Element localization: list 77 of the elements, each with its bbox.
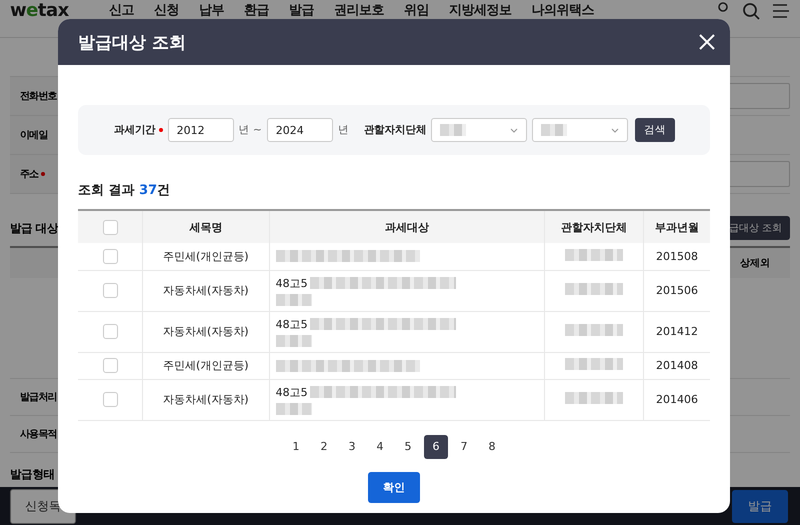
page-button[interactable]: 1 <box>284 434 308 458</box>
site-logo[interactable]: wetax <box>10 2 69 20</box>
table-cell: 48고5 <box>276 276 308 290</box>
table-cell: 자동차세(자동차) <box>163 393 249 406</box>
nav-link[interactable]: 납부 <box>198 2 224 19</box>
chevron-down-icon <box>510 128 518 132</box>
page-button[interactable]: 4 <box>368 434 392 458</box>
table-cell: 201408 <box>656 359 698 372</box>
table-cell: 48고5 <box>276 384 308 400</box>
table-cell: 자동차세(자동차) <box>163 284 249 297</box>
nav-link[interactable]: 환급 <box>244 2 269 19</box>
year-to-field[interactable]: 2024 <box>266 118 333 142</box>
form-label: 발급처리 <box>20 391 57 404</box>
redacted-text-mask <box>565 248 624 261</box>
redacted-text-mask <box>565 283 624 295</box>
section-title: 발급 대상 <box>10 220 58 236</box>
table-cell: 201508 <box>656 250 698 263</box>
search-icon[interactable] <box>742 2 760 20</box>
checkbox[interactable] <box>102 358 118 373</box>
section-title: 발급형태 <box>10 467 56 482</box>
field-label: 과세기간 <box>114 123 156 137</box>
chevron-down-icon <box>611 128 620 132</box>
form-label: 이메일 <box>20 129 48 142</box>
checkbox[interactable] <box>102 324 118 339</box>
page-button[interactable]: 2 <box>312 434 336 458</box>
confirm-button[interactable]: 확인 <box>368 472 420 502</box>
table-cell: 주민세(개인균등) <box>163 359 249 372</box>
unit-label: 년 <box>338 123 349 137</box>
column-header: 상제외 <box>740 257 770 270</box>
form-label: 사용목적 <box>20 428 57 441</box>
search-button[interactable]: 검색 <box>635 118 676 142</box>
year-from-field[interactable]: 2012 <box>168 118 234 142</box>
redacted-text-mask <box>440 124 466 136</box>
nav-link[interactable]: 신고 <box>108 2 134 19</box>
redacted-text-mask <box>276 294 312 306</box>
checkbox[interactable] <box>102 248 118 264</box>
page-button[interactable]: 3 <box>340 434 364 458</box>
table-cell: 주민세(개인균등) <box>163 250 249 263</box>
nav-link[interactable]: 발급 <box>288 2 314 19</box>
nav-link[interactable]: 나의위택스 <box>531 2 594 19</box>
nav-link[interactable]: 지방세정보 <box>448 2 512 19</box>
menu-icon[interactable] <box>772 3 790 19</box>
checkbox[interactable] <box>102 283 118 298</box>
dialog-title: 발급대상 조회 <box>78 32 186 54</box>
checkbox[interactable] <box>102 220 118 234</box>
unit-label: 년 ~ <box>238 123 262 137</box>
column-header: 부과년월 <box>655 220 700 234</box>
close-icon[interactable] <box>698 33 716 51</box>
result-count: 조회 결과 37건 <box>78 182 172 199</box>
page-button[interactable]: 8 <box>480 434 504 458</box>
nav-link[interactable]: 권리보호 <box>334 2 384 19</box>
redacted-text-mask <box>565 358 624 370</box>
dropdown[interactable] <box>431 118 528 142</box>
issue-button[interactable]: 발급 <box>732 490 788 522</box>
table-cell: 48고5 <box>276 316 308 332</box>
nav-link[interactable]: 신청 <box>154 2 179 19</box>
redacted-text-mask <box>565 392 624 404</box>
checkbox[interactable] <box>102 392 118 407</box>
page-button[interactable]: 6 <box>424 434 448 458</box>
field-label: 관할자치단체 <box>364 123 426 137</box>
table-cell: 201412 <box>656 325 698 338</box>
page-button[interactable]: 5 <box>396 434 420 458</box>
form-label: 주소 <box>20 168 38 181</box>
dropdown[interactable] <box>532 118 628 142</box>
form-label: 전화번호 <box>20 90 57 103</box>
redacted-text-mask <box>276 402 312 414</box>
table-cell: 자동차세(자동차) <box>163 325 249 338</box>
column-header: 과세대상 <box>385 220 430 234</box>
column-header: 세목명 <box>189 220 222 234</box>
table-cell: 201406 <box>656 393 698 406</box>
redacted-text-mask <box>541 124 568 136</box>
column-header: 관할자치단체 <box>561 220 628 234</box>
nav-link[interactable]: 위임 <box>404 2 429 19</box>
page-button[interactable]: 7 <box>452 434 476 458</box>
table-cell: 201506 <box>656 284 698 297</box>
redacted-text-mask <box>565 324 624 336</box>
redacted-text-mask <box>276 334 312 346</box>
